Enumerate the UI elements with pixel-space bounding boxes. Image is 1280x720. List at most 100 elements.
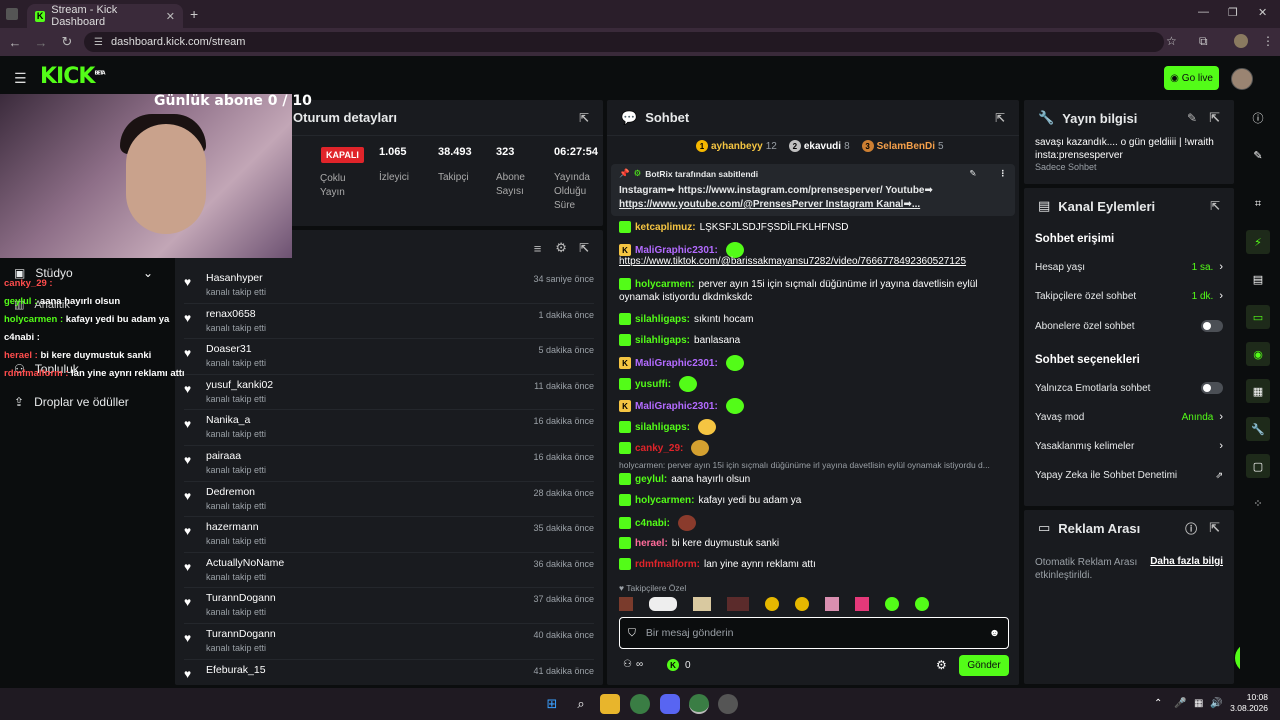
chat-message[interactable]: rdmfmalform: lan yine aynrı reklamı attı xyxy=(619,558,816,570)
chat-username[interactable]: MaliGraphic2301: xyxy=(635,401,718,412)
more-icon[interactable]: ⋮ xyxy=(999,168,1008,179)
volume-icon[interactable]: 🔊 xyxy=(1210,698,1222,709)
chevron-down-icon[interactable]: ⌄ xyxy=(143,266,153,280)
chat-message[interactable]: holycarmen: kafayı yedi bu adam ya xyxy=(619,494,801,506)
chat-settings-icon[interactable]: ⚙ xyxy=(936,658,947,672)
info-icon[interactable]: ⓘ xyxy=(1246,106,1270,130)
wrench-icon[interactable]: 🔧 xyxy=(1246,417,1270,441)
emoji-icon[interactable]: ☻ xyxy=(989,627,1000,639)
mic-icon[interactable]: 🎤 xyxy=(1174,698,1186,709)
broadcast-icon[interactable]: ◉ xyxy=(1246,342,1270,366)
back-icon[interactable]: ← xyxy=(2,35,28,50)
emote-10[interactable] xyxy=(915,597,929,611)
follower-row[interactable]: ♥ yusuf_kanki02 kanalı takip etti 11 dakika… xyxy=(184,375,594,411)
bookmark-star-icon[interactable]: ☆ xyxy=(1166,34,1177,48)
new-tab-button[interactable]: + xyxy=(190,6,198,22)
follower-row[interactable]: ♥ Doaser31 kanalı takip etti 5 dakika önce xyxy=(184,339,594,375)
follower-row[interactable]: ♥ ActuallyNoName kanalı takip etti 36 dakik… xyxy=(184,553,594,589)
browser-menu-icon[interactable]: ⋮ xyxy=(1262,34,1274,48)
follower-row[interactable]: ♥ Dedremon kanalı takip etti 28 dakika önce xyxy=(184,482,594,518)
chat-username[interactable]: rdmfmalform: xyxy=(635,559,700,570)
send-button[interactable]: Gönder xyxy=(959,655,1009,676)
tab-search-icon[interactable] xyxy=(6,8,18,20)
chat-username[interactable]: herael: xyxy=(635,538,668,549)
slow-mode-row[interactable]: Yavaş mod Anında › xyxy=(1035,411,1223,423)
banned-words-row[interactable]: Yasaklanmış kelimeler › xyxy=(1035,440,1223,452)
chat-message[interactable]: silahligaps: xyxy=(619,419,717,435)
tray-chevron-icon[interactable]: ⌃ xyxy=(1154,698,1162,709)
file-explorer-icon[interactable] xyxy=(600,694,620,714)
follower-row[interactable]: ♥ TurannDogann kanalı takip etti 40 dakika … xyxy=(184,624,594,660)
chat-message[interactable]: geylul: aana hayırlı olsun xyxy=(619,473,750,485)
emote-1[interactable] xyxy=(619,597,633,611)
emote-8[interactable] xyxy=(855,597,869,611)
chat-message[interactable]: c4nabi: xyxy=(619,515,697,531)
kick-logo[interactable]: KICKBETA xyxy=(40,64,106,89)
network-icon[interactable]: ▦ xyxy=(1194,698,1203,709)
chat-icon[interactable]: ▭ xyxy=(1246,305,1270,329)
chat-username[interactable]: silahligaps: xyxy=(635,422,690,433)
follower-row[interactable]: ♥ TurannDogann kanalı takip etti 37 dakika … xyxy=(184,588,594,624)
subs-only-toggle[interactable] xyxy=(1201,320,1223,332)
emote-3[interactable] xyxy=(693,597,711,611)
pinned-message[interactable]: 📌 ⚙ BotRix tarafından sabitlendi ✎ ⋮ Ins… xyxy=(611,164,1015,216)
edit-icon[interactable]: ✎ xyxy=(1187,111,1197,125)
top-gifter[interactable]: 2 ekavudi 8 xyxy=(788,140,850,152)
follower-row[interactable]: ♥ hazermann kanalı takip etti 35 dakika önc… xyxy=(184,517,594,553)
minimize-button[interactable]: — xyxy=(1198,6,1209,18)
user-avatar[interactable] xyxy=(1231,68,1253,90)
chat-username[interactable]: yusuffi: xyxy=(635,379,671,390)
popout-icon[interactable]: ⇱ xyxy=(579,111,589,125)
pencil-icon[interactable]: ✎ xyxy=(1246,143,1270,167)
filter-icon[interactable]: ≡ xyxy=(534,241,542,256)
chat-input[interactable]: ⛉ Bir mesaj gönderin ☻ xyxy=(619,617,1009,649)
top-gifter[interactable]: 1 ayhanbeyy 12 xyxy=(696,140,777,152)
layout-icon[interactable]: ▦ xyxy=(1246,379,1270,403)
url-field[interactable]: ☰ dashboard.kick.com/stream xyxy=(84,32,1164,52)
discord-icon[interactable] xyxy=(660,694,680,714)
follower-row[interactable]: ♥ Nanika_a kanalı takip etti 16 dakika önce xyxy=(184,410,594,446)
emote-6[interactable] xyxy=(795,597,809,611)
chat-username[interactable]: silahligaps: xyxy=(635,335,690,346)
crop-icon[interactable]: ⌗ xyxy=(1246,192,1270,216)
nav-drops[interactable]: ⇪ Droplar ve ödüller xyxy=(14,395,129,409)
window-icon[interactable]: ▢ xyxy=(1246,454,1270,478)
menu-icon[interactable]: ☰ xyxy=(14,70,27,87)
info-icon[interactable]: ⓘ xyxy=(1185,520,1197,537)
follower-row[interactable]: ♥ renax0658 kanalı takip etti 1 dakika önce xyxy=(184,304,594,340)
chat-username[interactable]: canky_29: xyxy=(635,443,683,454)
popout-icon[interactable]: ⇱ xyxy=(1209,110,1220,126)
chat-username[interactable]: holycarmen: xyxy=(635,279,694,290)
close-window-button[interactable]: ✕ xyxy=(1258,6,1267,19)
apps-icon[interactable]: ⁘ xyxy=(1246,491,1270,515)
site-info-icon[interactable]: ☰ xyxy=(94,37,103,48)
top-gifter[interactable]: 3 SelamBenDi 5 xyxy=(861,140,944,152)
chrome-active-icon[interactable] xyxy=(689,694,709,714)
kick-coins[interactable]: K0 xyxy=(667,659,691,671)
chat-username[interactable]: MaliGraphic2301: xyxy=(635,358,718,369)
forward-icon[interactable]: → xyxy=(28,35,54,50)
emote-5[interactable] xyxy=(765,597,779,611)
ai-moderation-row[interactable]: Yapay Zeka ile Sohbet Denetimi ⇗ xyxy=(1035,470,1223,481)
popout-icon[interactable]: ⇱ xyxy=(1210,199,1220,213)
chat-message[interactable]: yusuffi: xyxy=(619,376,698,392)
chrome-icon[interactable] xyxy=(630,694,650,714)
chat-message[interactable]: K MaliGraphic2301: xyxy=(619,398,744,414)
popout-icon[interactable]: ⇱ xyxy=(1209,520,1220,536)
learn-more-link[interactable]: Daha fazla bilgi xyxy=(1150,556,1223,582)
emotes-only-toggle[interactable] xyxy=(1201,382,1223,394)
app-icon[interactable] xyxy=(718,694,738,714)
maximize-button[interactable]: ❐ xyxy=(1228,6,1238,19)
chat-message[interactable]: silahligaps: sıkıntı hocam xyxy=(619,313,753,325)
extensions-icon[interactable]: ⧉ xyxy=(1199,34,1208,49)
chat-username[interactable]: holycarmen: xyxy=(635,495,694,506)
search-icon[interactable]: ⌕ xyxy=(571,694,591,714)
chat-message[interactable]: canky_29: xyxy=(619,440,710,456)
lightning-icon[interactable]: ⚡ xyxy=(1246,230,1270,254)
settings-icon[interactable]: ⚙ xyxy=(555,240,567,256)
follower-row[interactable]: ♥ Hasanhyper kanalı takip etti 34 saniye ön… xyxy=(184,268,594,304)
emote-7[interactable] xyxy=(825,597,839,611)
follower-row[interactable]: ♥ pairaaa kanalı takip etti 16 dakika önce xyxy=(184,446,594,482)
windows-start-icon[interactable]: ⊞ xyxy=(542,694,562,714)
emote-2[interactable] xyxy=(649,597,677,611)
